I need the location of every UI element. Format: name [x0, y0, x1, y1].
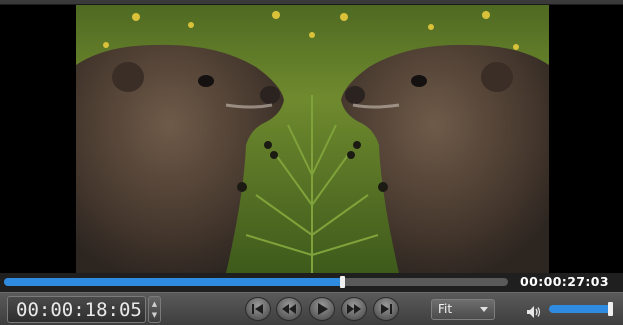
timecode-field[interactable]: 00:00:18:05 [7, 296, 146, 323]
video-frame[interactable] [76, 5, 549, 273]
skip-to-start-button[interactable] [245, 297, 271, 321]
seek-progress [4, 278, 342, 286]
scale-mode-value: Fit [438, 302, 453, 316]
seek-slider[interactable] [4, 276, 508, 288]
play-icon [317, 303, 328, 315]
volume-handle[interactable] [608, 302, 613, 316]
seek-handle[interactable] [340, 276, 345, 288]
video-viewport[interactable] [0, 5, 623, 273]
stepper-arrows-icon[interactable]: ▲ ▼ [148, 296, 161, 323]
fast-forward-button[interactable] [341, 297, 367, 321]
timeline-bar: 00:00:27:03 [0, 273, 623, 292]
speaker-icon[interactable] [527, 303, 541, 322]
rewind-icon [282, 304, 296, 314]
chevron-down-icon [480, 307, 488, 312]
stepper-down-icon[interactable]: ▼ [149, 311, 160, 319]
control-bar: 00:00:18:05 ▲ ▼ Fit [0, 292, 623, 325]
skip-to-end-icon [381, 304, 392, 314]
stepper-up-icon[interactable]: ▲ [149, 300, 160, 308]
video-frame-image [76, 5, 549, 273]
fast-forward-icon [347, 304, 361, 314]
volume-slider[interactable] [549, 302, 613, 316]
rewind-button[interactable] [276, 297, 302, 321]
skip-to-end-button[interactable] [373, 297, 399, 321]
scale-mode-select[interactable]: Fit [431, 299, 495, 320]
play-button[interactable] [309, 297, 335, 321]
skip-to-start-icon [252, 304, 263, 314]
duration-display: 00:00:27:03 [520, 274, 609, 289]
volume-level [549, 305, 611, 313]
current-timecode: 00:00:18:05 [16, 299, 142, 321]
